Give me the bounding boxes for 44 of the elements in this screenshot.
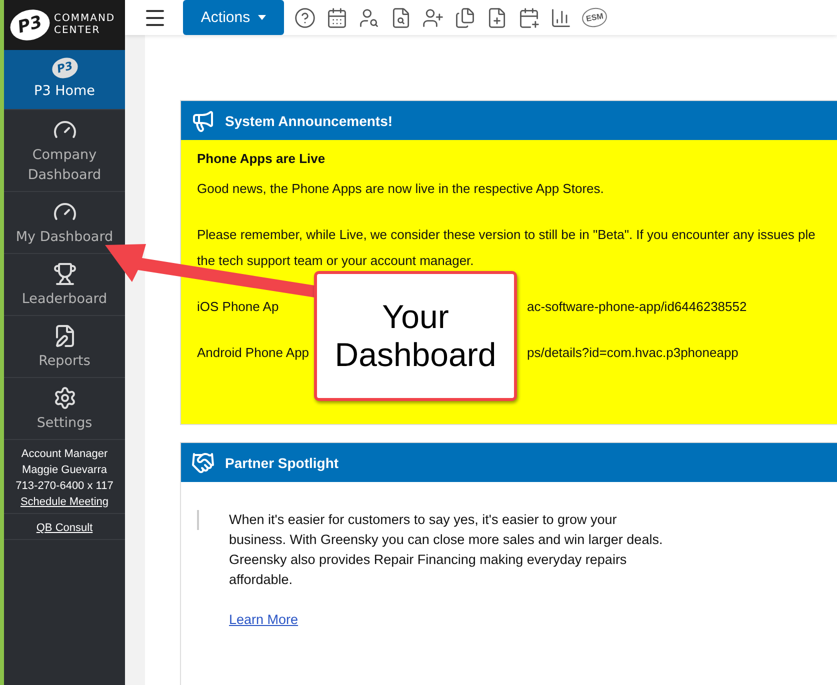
announcement-text: Please remember, while Live, we consider these version to still be in "Beta". If you encounter any issues ple [197,226,816,244]
help-icon[interactable] [294,6,316,28]
sidebar-label: Company Dashboard [26,146,102,185]
sidebar-item[interactable]: P3 P3 Home [4,50,125,110]
handshake-icon [191,450,215,474]
document-search-icon[interactable] [390,6,412,28]
spotlight-quote: When it's easier for customers to say yes, it's easier to grow your business. With Greensky you can close more sales and win larger deals. Greensky also provides Repair Financing making everyday repairs affordable. [229,511,664,589]
announcement-heading: Phone Apps are Live [197,151,326,166]
announcement-text: Android Phone App [197,344,310,362]
megaphone-icon [191,108,215,132]
account-name: Maggie Guevarra [21,463,108,478]
calendar-icon[interactable] [326,6,348,28]
consult-link[interactable]: QB Consult [36,520,93,536]
sidebar-label: Settings [36,414,94,433]
sidebar-label: Leaderboard [20,290,108,309]
bar-chart-icon[interactable] [550,6,572,28]
sidebar-label: My Dashboard [14,228,114,247]
announcement-text: the tech support team or your account manager. [197,252,474,270]
card-title: System Announcements! [225,112,393,128]
logo-text: CENTER [54,25,102,37]
esm-icon[interactable]: ESM [580,6,609,30]
announcement-text: ps/details?id=com.hvac.p3phoneapp [527,344,738,362]
callout-text: Your [382,298,449,336]
trophy-icon [52,262,76,286]
card-title: Partner Spotlight [225,454,339,470]
account-phone: 713-270-6400 x 117 [14,479,114,494]
gear-icon [52,386,76,410]
actions-button[interactable]: Actions [183,0,284,35]
logo-text: COMMAND [54,13,116,25]
sidebar-label: P3 Home [33,82,96,101]
person-add-icon[interactable] [422,6,444,28]
announcement-text: Good news, the Phone Apps are now live in the respective App Stores. [197,180,604,198]
schedule-meeting-link[interactable]: Schedule Meeting [20,494,109,510]
announcement-text: iOS Phone Ap [197,298,279,316]
callout-text: Dashboard [334,336,496,374]
caret-icon [258,15,266,20]
document-plus-icon[interactable] [486,6,508,28]
announcement-text: ac-software-phone-app/id6446238552 [527,298,747,316]
sidebar-label: Reports [38,352,92,371]
account-title: Account Manager [20,447,109,462]
documents-icon[interactable] [454,6,476,28]
person-search-icon[interactable] [358,6,380,28]
calendar-plus-icon[interactable] [518,6,540,28]
learn-more-link[interactable]: Learn More [229,610,298,630]
